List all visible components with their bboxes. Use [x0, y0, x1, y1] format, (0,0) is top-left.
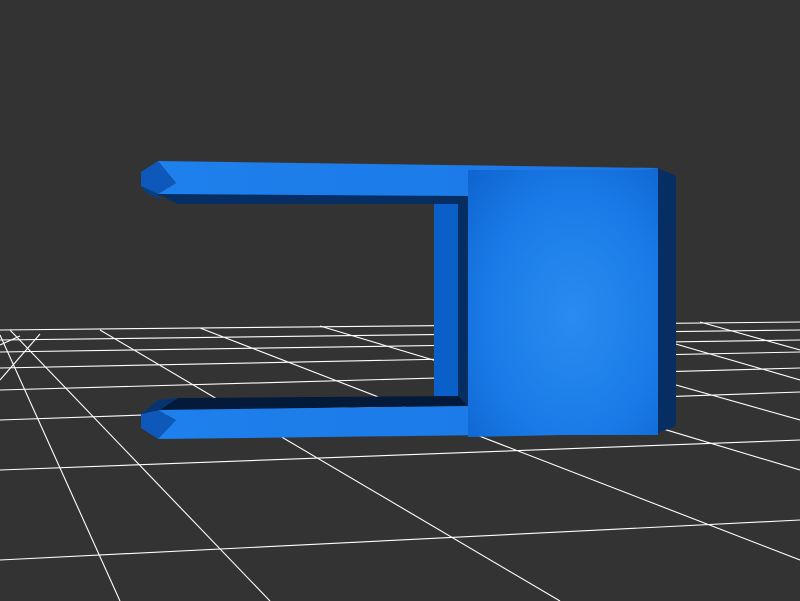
bracket-slot-inner-wall — [434, 204, 458, 396]
grid-line-row — [0, 351, 800, 369]
grid-line-row — [0, 367, 800, 391]
3d-viewport[interactable] — [0, 0, 800, 601]
grid-line-column — [9, 329, 271, 601]
grid-line-row — [0, 329, 800, 341]
ground-grid — [0, 321, 800, 601]
grid-line-row — [0, 519, 800, 561]
3d-scene-canvas[interactable] — [0, 0, 800, 601]
bracket-body-block — [468, 170, 658, 435]
bracket-slot-inner-shade — [458, 196, 468, 406]
grid-line-column — [0, 334, 121, 601]
grid-line-row — [0, 321, 800, 331]
bracket-model[interactable] — [141, 161, 676, 439]
bracket-right-edge — [658, 168, 676, 433]
grid-line-column — [699, 321, 800, 351]
